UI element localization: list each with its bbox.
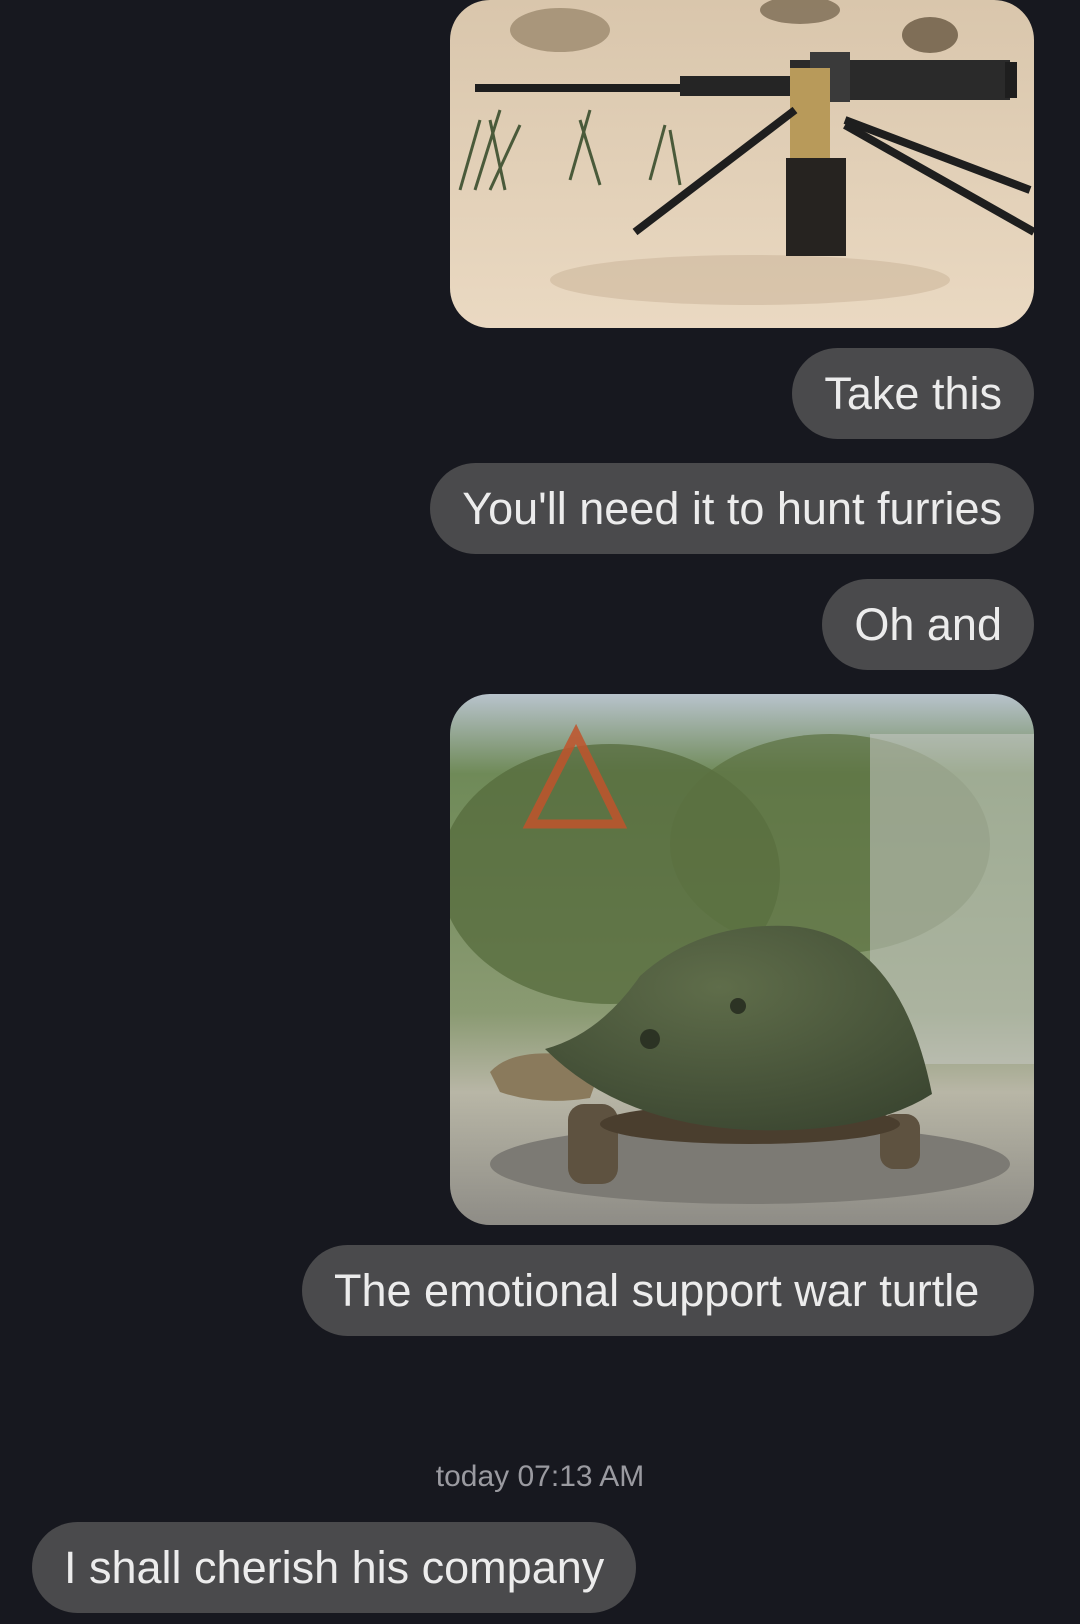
machine-gun-photo[interactable] [450, 0, 1034, 328]
message-hunt-furries[interactable]: You'll need it to hunt furries [430, 463, 1034, 554]
message-thread: Take this You'll need it to hunt furries… [0, 0, 1080, 1624]
message-oh-and[interactable]: Oh and [822, 579, 1034, 670]
message-take-this[interactable]: Take this [792, 348, 1034, 439]
message-cherish[interactable]: I shall cherish his company [32, 1522, 637, 1613]
helmet-turtle-photo[interactable] [450, 694, 1034, 1225]
timestamp: today 07:13 AM [0, 1460, 1080, 1494]
timestamp-day: today [435, 1460, 510, 1493]
message-war-turtle[interactable]: The emotional support war turtle [302, 1245, 1034, 1336]
timestamp-time: 07:13 AM [517, 1460, 645, 1493]
